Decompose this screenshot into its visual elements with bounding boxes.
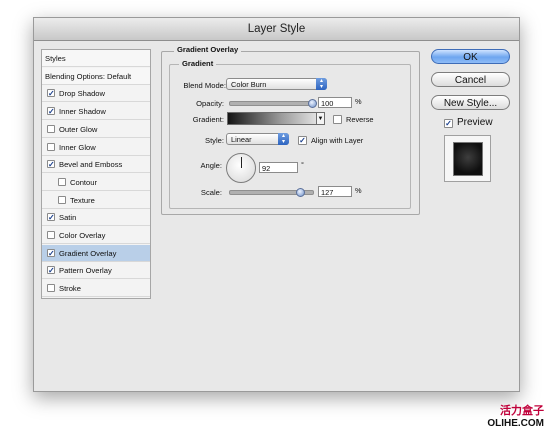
styles-list-label: Blending Options: Default — [45, 71, 132, 81]
scale-slider-knob[interactable] — [295, 188, 305, 197]
style-checkbox[interactable]: ✓ — [47, 160, 55, 169]
styles-list-item[interactable]: ✓ Bevel and Emboss — [42, 156, 150, 174]
style-checkbox[interactable] — [47, 142, 55, 151]
styles-list-label: Color Overlay — [59, 231, 106, 240]
styles-list-item[interactable]: Inner Glow — [42, 139, 150, 156]
preview-swatch — [453, 142, 483, 176]
watermark-line1: 活力盒子 — [500, 405, 544, 417]
styles-list-label: Inner Shadow — [59, 107, 106, 117]
styles-list-item[interactable]: ✓ Pattern Overlay — [42, 262, 150, 280]
updown-arrows-icon: ▴ ▾ — [316, 78, 327, 90]
angle-dial[interactable] — [226, 153, 256, 183]
styles-list-label: Inner Glow — [59, 142, 96, 152]
scale-label: Scale: — [200, 188, 222, 197]
opacity-input[interactable]: 100 — [318, 97, 352, 108]
reverse-checkbox[interactable] — [333, 115, 342, 124]
styles-list-item[interactable]: ✓ Gradient Overlay — [42, 244, 150, 262]
styles-list-label: Outer Glow — [59, 124, 98, 134]
opacity-slider-knob[interactable] — [308, 99, 317, 108]
new-style-button[interactable]: New Style... — [431, 95, 510, 110]
style-checkbox[interactable] — [47, 284, 55, 293]
scale-unit: % — [355, 186, 362, 195]
subgroup-title: Gradient — [179, 59, 217, 68]
styles-list-item[interactable]: ✓ Satin — [42, 209, 150, 227]
styles-list-label: Texture — [70, 195, 95, 205]
styles-list-item[interactable]: Stroke — [42, 280, 150, 298]
reverse-label: Reverse — [346, 115, 374, 124]
styles-list-item[interactable]: Color Overlay — [42, 227, 150, 244]
align-with-layer-checkbox[interactable]: ✓ — [298, 136, 307, 145]
styles-list-label: Gradient Overlay — [59, 248, 117, 258]
opacity-slider-track[interactable] — [229, 101, 314, 106]
style-checkbox[interactable] — [58, 195, 66, 204]
watermark-line2: OLIHE.COM — [487, 418, 544, 429]
styles-list-label: Stroke — [59, 284, 81, 294]
style-value: Linear — [231, 135, 252, 144]
styles-list-label: Styles — [45, 54, 66, 63]
window-title: Layer Style — [34, 18, 519, 41]
styles-list: Styles Blending Options: Default ✓ Drop Sha… — [41, 49, 151, 299]
ok-button[interactable]: OK — [431, 49, 510, 64]
gradient-dropdown-icon[interactable]: ▼ — [317, 112, 325, 125]
style-checkbox[interactable] — [47, 124, 55, 133]
angle-needle-icon — [241, 157, 242, 168]
style-checkbox[interactable]: ✓ — [47, 107, 55, 116]
preview-checkbox[interactable]: ✓ — [444, 119, 453, 128]
styles-list-item[interactable]: ✓ Drop Shadow — [42, 85, 150, 103]
scale-input[interactable]: 127 — [318, 186, 352, 197]
blend-mode-select[interactable]: Color Burn ▴ ▾ — [226, 78, 327, 90]
cancel-button[interactable]: Cancel — [431, 72, 510, 87]
angle-input[interactable]: 92 — [259, 162, 298, 173]
styles-list-label: Pattern Overlay — [59, 266, 112, 276]
layer-style-dialog: Layer Style Styles Blending Options: Defa… — [33, 17, 520, 392]
styles-list-item[interactable]: Blending Options: Default — [42, 67, 150, 85]
group-title: Gradient Overlay — [174, 45, 242, 54]
styles-list-label: Bevel and Emboss — [59, 160, 123, 170]
styles-list-item[interactable]: Contour — [42, 174, 150, 191]
gradient-swatch[interactable] — [227, 112, 317, 125]
styles-list-item[interactable]: Styles — [42, 50, 150, 67]
style-checkbox[interactable]: ✓ — [47, 89, 55, 98]
style-checkbox[interactable] — [47, 231, 55, 239]
style-checkbox[interactable]: ✓ — [47, 213, 55, 222]
angle-label: Angle: — [200, 161, 222, 170]
styles-list-label: Drop Shadow — [59, 89, 106, 99]
opacity-unit: % — [355, 97, 362, 106]
style-label: Style: — [205, 136, 224, 145]
style-checkbox[interactable] — [58, 177, 66, 186]
blend-mode-value: Color Burn — [231, 80, 267, 89]
styles-list-item[interactable]: Outer Glow — [42, 121, 150, 138]
angle-unit: ° — [301, 160, 304, 169]
style-select[interactable]: Linear ▴ ▾ — [226, 133, 289, 145]
align-with-layer-label: Align with Layer — [311, 136, 364, 145]
style-checkbox[interactable]: ✓ — [47, 248, 55, 257]
gradient-label: Gradient: — [192, 115, 224, 124]
styles-list-item[interactable]: ✓ Inner Shadow — [42, 103, 150, 121]
watermark: 活力盒子 OLIHE.COM — [487, 402, 544, 429]
preview-thumbnail — [444, 135, 491, 182]
blend-mode-label: Blend Mode: — [183, 81, 226, 90]
opacity-label: Opacity: — [196, 99, 224, 108]
preview-label: Preview — [457, 117, 493, 128]
style-checkbox[interactable]: ✓ — [47, 266, 55, 275]
styles-list-item[interactable]: Texture — [42, 192, 150, 209]
styles-list-label: Contour — [70, 177, 98, 187]
updown-arrows-icon: ▴ ▾ — [278, 133, 289, 145]
styles-list-label: Satin — [59, 213, 77, 223]
